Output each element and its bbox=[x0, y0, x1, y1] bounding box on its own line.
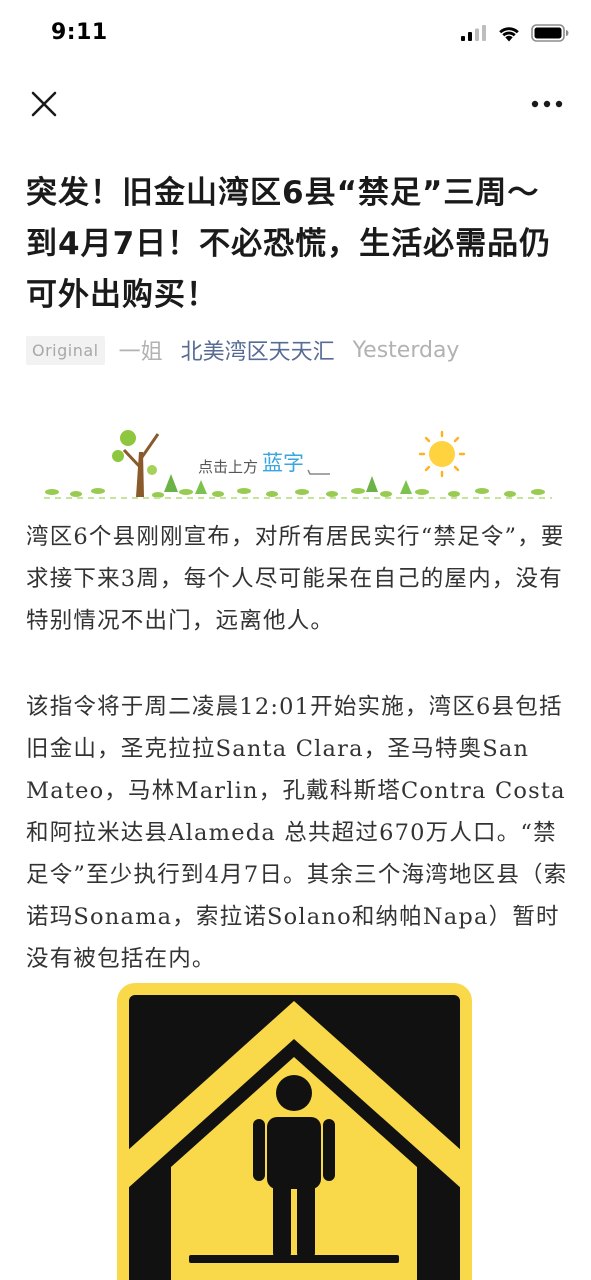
author-name: 一姐 bbox=[118, 340, 163, 365]
status-icons bbox=[461, 24, 569, 42]
tree-icon bbox=[112, 430, 160, 497]
article-meta: Original 一姐 北美湾区天天汇 Yesterday bbox=[26, 333, 459, 367]
sun-icon bbox=[418, 430, 466, 478]
banner-text: 点击上方 bbox=[198, 458, 258, 476]
stay-home-sign-image bbox=[117, 983, 472, 1280]
wifi-icon bbox=[499, 27, 519, 42]
account-link[interactable]: 北美湾区天天汇 bbox=[181, 334, 335, 366]
nav-bar bbox=[0, 70, 591, 138]
more-options-button[interactable] bbox=[527, 86, 567, 122]
banner-highlight: 蓝字 bbox=[262, 451, 304, 475]
close-icon bbox=[31, 91, 57, 117]
follow-banner: 点击上方 蓝字 bbox=[40, 422, 555, 506]
status-bar: 9:11 bbox=[0, 0, 591, 70]
stay-home-sign-icon bbox=[117, 983, 472, 1280]
publish-date: Yesterday bbox=[352, 337, 460, 363]
article-title: 突发！旧金山湾区6县“禁足”三周～到4月7日！不必恐慌，生活必需品仍可外出购买！ bbox=[26, 175, 552, 313]
status-time: 9:11 bbox=[51, 20, 108, 45]
battery-icon bbox=[531, 24, 569, 42]
article-paragraph: 该指令将于周二凌晨12:01开始实施，湾区6县包括旧金山，圣克拉拉Santa C… bbox=[26, 694, 568, 972]
more-icon bbox=[531, 100, 563, 108]
banner-illustration: 点击上方 蓝字 bbox=[44, 430, 552, 499]
article-paragraph: 湾区6个县刚刚宣布，对所有居民实行“禁足令”，要求接下来3周，每个人尽可能呆在自… bbox=[26, 524, 565, 634]
cellular-signal-icon bbox=[461, 25, 486, 41]
original-badge: Original bbox=[26, 335, 105, 365]
close-button[interactable] bbox=[26, 86, 62, 122]
